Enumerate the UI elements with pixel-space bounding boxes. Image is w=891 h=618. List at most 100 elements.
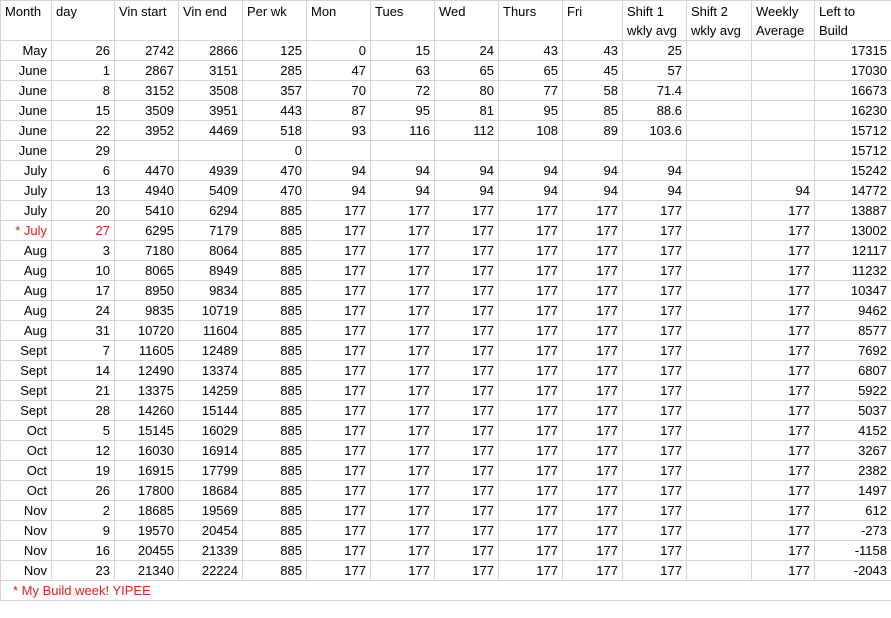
cell-month[interactable]: Aug	[0, 260, 52, 281]
cell-shift2[interactable]	[686, 420, 752, 441]
cell-shift1[interactable]: 177	[622, 220, 687, 241]
cell-left-to-build[interactable]: 16673	[814, 80, 891, 101]
cell-fri[interactable]: 177	[562, 260, 623, 281]
cell-day[interactable]: 12	[51, 440, 115, 461]
cell-fri[interactable]: 177	[562, 400, 623, 421]
cell-weekly-average[interactable]: 177	[751, 200, 815, 221]
cell-vin-end[interactable]: 18684	[178, 480, 243, 501]
cell-shift2[interactable]	[686, 60, 752, 81]
cell-left-to-build[interactable]: 2382	[814, 460, 891, 481]
cell-shift2[interactable]	[686, 80, 752, 101]
cell-tues[interactable]: 177	[370, 460, 435, 481]
cell-vin-start[interactable]: 3509	[114, 100, 179, 121]
cell-month[interactable]: June	[0, 140, 52, 161]
cell-shift1[interactable]: 177	[622, 460, 687, 481]
cell-thurs[interactable]: 43	[498, 40, 563, 61]
cell-day[interactable]: 17	[51, 280, 115, 301]
cell-month[interactable]: Nov	[0, 560, 52, 581]
cell-per-wk[interactable]: 0	[242, 140, 307, 161]
footnote[interactable]: * My Build week! YIPEE	[0, 580, 891, 601]
cell-shift2[interactable]	[686, 460, 752, 481]
cell-fri[interactable]: 177	[562, 320, 623, 341]
cell-fri[interactable]: 177	[562, 560, 623, 581]
cell-weekly-average[interactable]: 177	[751, 560, 815, 581]
cell-left-to-build[interactable]: -1158	[814, 540, 891, 561]
cell-tues[interactable]: 177	[370, 360, 435, 381]
cell-day[interactable]: 28	[51, 400, 115, 421]
cell-per-wk[interactable]: 885	[242, 280, 307, 301]
cell-fri[interactable]: 94	[562, 160, 623, 181]
cell-month[interactable]: June	[0, 120, 52, 141]
cell-vin-end[interactable]: 16029	[178, 420, 243, 441]
cell-wed[interactable]: 177	[434, 380, 499, 401]
cell-vin-end[interactable]: 8949	[178, 260, 243, 281]
cell-shift2[interactable]	[686, 220, 752, 241]
cell-wed[interactable]: 177	[434, 540, 499, 561]
cell-per-wk[interactable]: 885	[242, 420, 307, 441]
cell-fri[interactable]: 177	[562, 480, 623, 501]
cell-vin-start[interactable]: 14260	[114, 400, 179, 421]
cell-tues[interactable]: 177	[370, 260, 435, 281]
cell-month[interactable]: Sept	[0, 360, 52, 381]
cell-tues[interactable]: 94	[370, 160, 435, 181]
cell-weekly-average[interactable]: 177	[751, 420, 815, 441]
cell-vin-start[interactable]: 4940	[114, 180, 179, 201]
cell-shift1[interactable]: 177	[622, 260, 687, 281]
cell-wed[interactable]: 177	[434, 340, 499, 361]
header-left-to-build[interactable]: Left to Build	[814, 0, 891, 41]
cell-shift1[interactable]: 177	[622, 500, 687, 521]
cell-fri[interactable]: 177	[562, 440, 623, 461]
cell-thurs[interactable]: 177	[498, 320, 563, 341]
header-month[interactable]: Month	[0, 0, 52, 41]
cell-tues[interactable]: 177	[370, 300, 435, 321]
cell-weekly-average[interactable]: 177	[751, 460, 815, 481]
cell-month[interactable]: Aug	[0, 320, 52, 341]
cell-left-to-build[interactable]: 6807	[814, 360, 891, 381]
header-shift2[interactable]: Shift 2 wkly avg	[686, 0, 752, 41]
cell-day[interactable]: 14	[51, 360, 115, 381]
cell-per-wk[interactable]: 518	[242, 120, 307, 141]
cell-vin-start[interactable]: 11605	[114, 340, 179, 361]
cell-shift1[interactable]: 177	[622, 560, 687, 581]
cell-day[interactable]: 26	[51, 40, 115, 61]
cell-wed[interactable]: 177	[434, 200, 499, 221]
cell-vin-start[interactable]: 10720	[114, 320, 179, 341]
cell-left-to-build[interactable]: 9462	[814, 300, 891, 321]
cell-shift2[interactable]	[686, 160, 752, 181]
cell-per-wk[interactable]: 885	[242, 560, 307, 581]
cell-per-wk[interactable]: 885	[242, 540, 307, 561]
cell-weekly-average[interactable]: 177	[751, 540, 815, 561]
cell-weekly-average[interactable]: 177	[751, 400, 815, 421]
cell-fri[interactable]: 43	[562, 40, 623, 61]
cell-wed[interactable]: 81	[434, 100, 499, 121]
header-vin-start[interactable]: Vin start	[114, 0, 179, 41]
cell-shift2[interactable]	[686, 260, 752, 281]
cell-thurs[interactable]: 95	[498, 100, 563, 121]
cell-day[interactable]: 5	[51, 420, 115, 441]
cell-weekly-average[interactable]: 177	[751, 380, 815, 401]
cell-wed[interactable]: 177	[434, 300, 499, 321]
cell-per-wk[interactable]: 885	[242, 460, 307, 481]
cell-vin-end[interactable]: 13374	[178, 360, 243, 381]
cell-fri[interactable]: 94	[562, 180, 623, 201]
cell-month[interactable]: Nov	[0, 540, 52, 561]
cell-weekly-average[interactable]: 177	[751, 300, 815, 321]
cell-weekly-average[interactable]	[751, 120, 815, 141]
cell-left-to-build[interactable]: 17315	[814, 40, 891, 61]
cell-wed[interactable]: 177	[434, 500, 499, 521]
cell-shift2[interactable]	[686, 180, 752, 201]
cell-wed[interactable]: 177	[434, 440, 499, 461]
cell-left-to-build[interactable]: 16230	[814, 100, 891, 121]
cell-left-to-build[interactable]: 14772	[814, 180, 891, 201]
cell-mon[interactable]: 177	[306, 300, 371, 321]
cell-tues[interactable]: 15	[370, 40, 435, 61]
cell-vin-end[interactable]: 2866	[178, 40, 243, 61]
cell-tues[interactable]: 177	[370, 220, 435, 241]
cell-shift1[interactable]: 177	[622, 280, 687, 301]
cell-mon[interactable]: 47	[306, 60, 371, 81]
cell-fri[interactable]: 58	[562, 80, 623, 101]
cell-mon[interactable]: 177	[306, 480, 371, 501]
cell-month[interactable]: Oct	[0, 420, 52, 441]
cell-shift1[interactable]: 177	[622, 420, 687, 441]
header-vin-end[interactable]: Vin end	[178, 0, 243, 41]
